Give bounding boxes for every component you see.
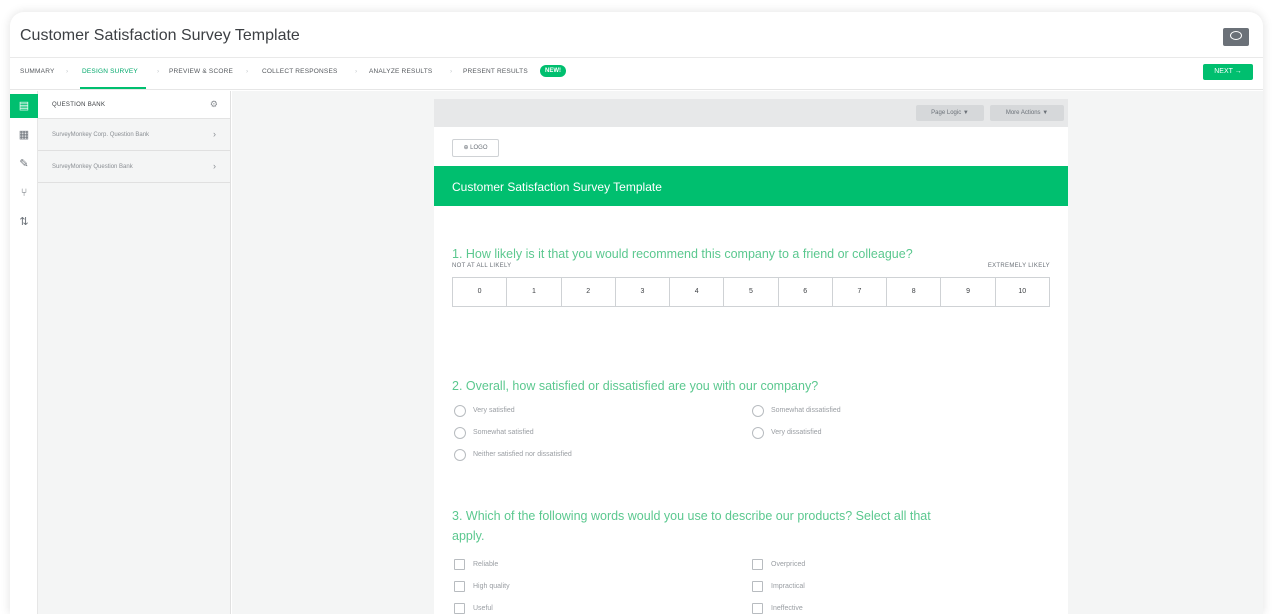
chevron-right-icon: › xyxy=(213,129,216,139)
style-icon[interactable]: ✎ xyxy=(10,152,38,176)
new-badge: NEW! xyxy=(540,65,566,77)
scale-high-label: EXTREMELY LIKELY xyxy=(987,263,1050,269)
checkbox-option-label: Impractical xyxy=(771,583,805,590)
checkbox[interactable] xyxy=(454,603,465,614)
next-button[interactable]: NEXT → xyxy=(1203,64,1253,80)
checkbox-option-label: Useful xyxy=(473,605,493,612)
step-navigation: SUMMARY › DESIGN SURVEY › PREVIEW & SCOR… xyxy=(10,58,1263,90)
options-icon[interactable]: ⇅ xyxy=(10,210,38,234)
page-toolbar: Page Logic ▼ More Actions ▼ xyxy=(434,99,1068,127)
question-bank-item-label: SurveyMonkey Corp. Question Bank xyxy=(52,132,150,138)
banner-title: Customer Satisfaction Survey Template xyxy=(452,180,662,194)
nps-option[interactable]: 3 xyxy=(616,278,671,306)
survey-banner: Customer Satisfaction Survey Template xyxy=(434,166,1068,206)
radio-option-label: Somewhat satisfied xyxy=(473,429,534,436)
step-design-survey[interactable]: DESIGN SURVEY xyxy=(82,68,138,75)
radio-button[interactable] xyxy=(454,427,466,439)
nps-option[interactable]: 2 xyxy=(562,278,616,306)
question-3-text[interactable]: 3. Which of the following words would yo… xyxy=(452,509,931,523)
radio-option-label: Neither satisfied nor dissatisfied xyxy=(473,451,572,458)
question-2-text[interactable]: 2. Overall, how satisfied or dissatisfie… xyxy=(452,379,818,393)
nps-option[interactable]: 0 xyxy=(453,278,508,306)
question-bank-item[interactable]: SurveyMonkey Question Bank › xyxy=(38,151,230,183)
title-bar: Customer Satisfaction Survey Template xyxy=(10,12,1263,58)
left-tool-rail: ▤ ▦ ✎ ⑂ ⇅ xyxy=(10,91,38,614)
nps-option[interactable]: 10 xyxy=(996,278,1049,306)
checkbox-option-label: High quality xyxy=(473,583,510,590)
gear-icon[interactable]: ⚙ xyxy=(210,99,218,110)
step-separator-icon: › xyxy=(246,68,249,75)
nps-option[interactable]: 5 xyxy=(724,278,779,306)
panel-title: QUESTION BANK xyxy=(52,102,106,108)
step-separator-icon: › xyxy=(450,68,453,75)
question-bank-item[interactable]: SurveyMonkey Corp. Question Bank › xyxy=(38,119,230,151)
app-window: Customer Satisfaction Survey Template SU… xyxy=(10,12,1263,614)
radio-option-label: Very satisfied xyxy=(473,407,515,414)
step-summary[interactable]: SUMMARY xyxy=(20,68,55,75)
checkbox[interactable] xyxy=(752,581,763,592)
survey-canvas: Page Logic ▼ More Actions ▼ ⊕ LOGO Custo… xyxy=(232,91,1263,614)
step-collect-responses[interactable]: COLLECT RESPONSES xyxy=(262,68,338,75)
question-bank-icon[interactable]: ▤ xyxy=(10,94,38,118)
feedback-button[interactable] xyxy=(1223,28,1249,46)
radio-button[interactable] xyxy=(454,405,466,417)
radio-option-label: Very dissatisfied xyxy=(771,429,822,436)
nps-option[interactable]: 4 xyxy=(670,278,725,306)
survey-title: Customer Satisfaction Survey Template xyxy=(20,27,300,44)
step-separator-icon: › xyxy=(66,68,69,75)
checkbox[interactable] xyxy=(454,559,465,570)
nps-option[interactable]: 8 xyxy=(887,278,942,306)
checkbox[interactable] xyxy=(752,559,763,570)
question-1-text[interactable]: 1. How likely is it that you would recom… xyxy=(452,247,913,261)
checkbox[interactable] xyxy=(454,581,465,592)
logic-icon[interactable]: ⑂ xyxy=(10,181,38,205)
radio-button[interactable] xyxy=(752,427,764,439)
scale-low-label: NOT AT ALL LIKELY xyxy=(452,263,512,269)
checkbox-option-label: Reliable xyxy=(473,561,499,568)
chevron-right-icon: › xyxy=(213,161,216,171)
radio-button[interactable] xyxy=(454,449,466,461)
step-present-results[interactable]: PRESENT RESULTS xyxy=(463,68,528,75)
nps-scale: 0 1 2 3 4 5 6 7 8 9 10 xyxy=(452,277,1050,307)
chat-bubble-icon xyxy=(1230,31,1242,40)
checkbox-option-label: Ineffective xyxy=(771,605,803,612)
nps-option[interactable]: 6 xyxy=(779,278,833,306)
active-step-indicator xyxy=(80,87,146,89)
step-separator-icon: › xyxy=(157,68,160,75)
survey-page: ⊕ LOGO Customer Satisfaction Survey Temp… xyxy=(434,127,1068,614)
step-analyze-results[interactable]: ANALYZE RESULTS xyxy=(369,68,432,75)
panel-header: QUESTION BANK ⚙ xyxy=(38,91,230,119)
nps-option[interactable]: 1 xyxy=(507,278,562,306)
more-actions-dropdown[interactable]: More Actions ▼ xyxy=(990,105,1064,121)
builder-icon[interactable]: ▦ xyxy=(10,123,38,147)
step-preview-score[interactable]: PREVIEW & SCORE xyxy=(169,68,233,75)
question-3-text-continued: apply. xyxy=(452,529,485,543)
checkbox[interactable] xyxy=(752,603,763,614)
checkbox-option-label: Overpriced xyxy=(771,561,806,568)
step-separator-icon: › xyxy=(355,68,358,75)
nps-option[interactable]: 7 xyxy=(833,278,888,306)
radio-button[interactable] xyxy=(752,405,764,417)
nps-option[interactable]: 9 xyxy=(941,278,996,306)
page-logic-dropdown[interactable]: Page Logic ▼ xyxy=(916,105,984,121)
add-logo-button[interactable]: ⊕ LOGO xyxy=(452,139,499,157)
question-bank-panel: QUESTION BANK ⚙ SurveyMonkey Corp. Quest… xyxy=(38,91,231,614)
radio-option-label: Somewhat dissatisfied xyxy=(771,407,841,414)
question-bank-item-label: SurveyMonkey Question Bank xyxy=(52,164,133,170)
